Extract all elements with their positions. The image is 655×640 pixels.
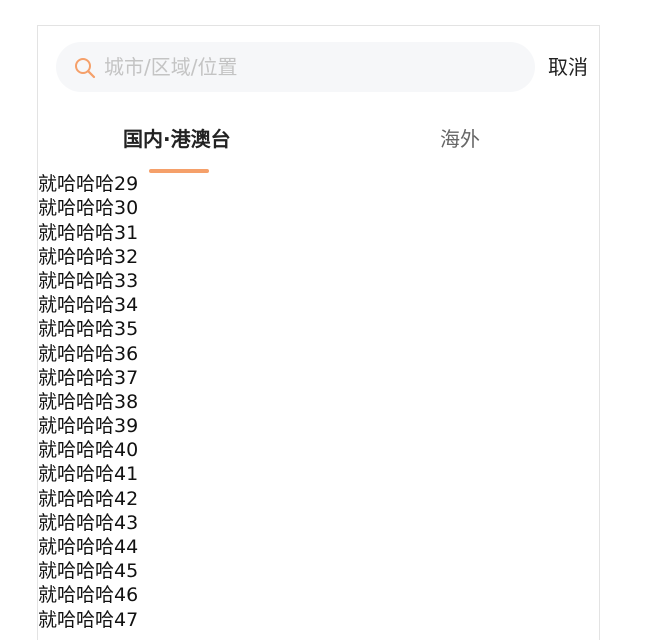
search-icon bbox=[74, 57, 96, 79]
list-item[interactable]: 就哈哈哈47 bbox=[38, 608, 599, 632]
list-item[interactable]: 就哈哈哈39 bbox=[38, 414, 599, 438]
cancel-button[interactable]: 取消 bbox=[548, 54, 588, 80]
screen: 取消 国内·港澳台 海外 就哈哈哈28就哈哈哈29就哈哈哈30就哈哈哈31就哈哈… bbox=[0, 0, 655, 640]
city-picker-panel: 取消 国内·港澳台 海外 就哈哈哈28就哈哈哈29就哈哈哈30就哈哈哈31就哈哈… bbox=[37, 25, 600, 640]
city-list-content: 就哈哈哈28就哈哈哈29就哈哈哈30就哈哈哈31就哈哈哈32就哈哈哈33就哈哈哈… bbox=[38, 172, 599, 632]
list-item[interactable]: 就哈哈哈40 bbox=[38, 438, 599, 462]
search-bar: 取消 bbox=[38, 26, 599, 106]
list-item[interactable]: 就哈哈哈34 bbox=[38, 293, 599, 317]
list-item[interactable]: 就哈哈哈32 bbox=[38, 245, 599, 269]
list-item[interactable]: 就哈哈哈46 bbox=[38, 583, 599, 607]
list-item[interactable]: 就哈哈哈37 bbox=[38, 366, 599, 390]
list-item[interactable]: 就哈哈哈36 bbox=[38, 342, 599, 366]
city-list[interactable]: 就哈哈哈28就哈哈哈29就哈哈哈30就哈哈哈31就哈哈哈32就哈哈哈33就哈哈哈… bbox=[38, 172, 599, 640]
list-item[interactable]: 就哈哈哈38 bbox=[38, 390, 599, 414]
list-item[interactable]: 就哈哈哈29 bbox=[38, 172, 599, 196]
list-item[interactable]: 就哈哈哈44 bbox=[38, 535, 599, 559]
region-tabs: 国内·港澳台 海外 bbox=[38, 122, 599, 172]
tab-overseas[interactable]: 海外 bbox=[440, 122, 480, 156]
list-item[interactable]: 就哈哈哈45 bbox=[38, 559, 599, 583]
list-item[interactable]: 就哈哈哈43 bbox=[38, 511, 599, 535]
list-item[interactable]: 就哈哈哈31 bbox=[38, 221, 599, 245]
list-item[interactable]: 就哈哈哈30 bbox=[38, 196, 599, 220]
search-input[interactable] bbox=[104, 42, 524, 92]
tab-domestic[interactable]: 国内·港澳台 bbox=[123, 122, 231, 156]
list-item[interactable]: 就哈哈哈33 bbox=[38, 269, 599, 293]
list-item[interactable]: 就哈哈哈35 bbox=[38, 317, 599, 341]
search-box[interactable] bbox=[56, 42, 535, 92]
list-item[interactable]: 就哈哈哈41 bbox=[38, 462, 599, 486]
list-item[interactable]: 就哈哈哈42 bbox=[38, 487, 599, 511]
